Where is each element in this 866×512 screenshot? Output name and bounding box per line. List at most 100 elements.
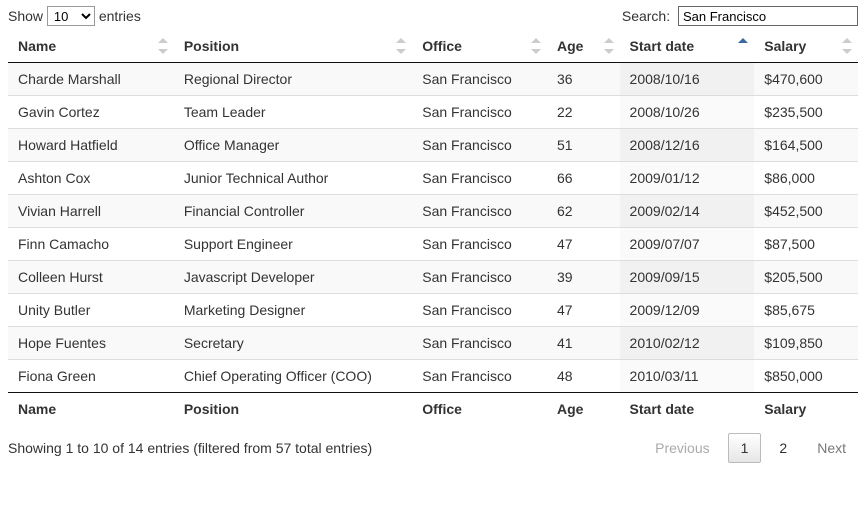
- cell-office: San Francisco: [412, 294, 547, 327]
- cell-age: 22: [547, 96, 620, 129]
- col-header-label: Office: [422, 38, 462, 54]
- cell-salary: $452,500: [754, 195, 858, 228]
- table-row: Charde MarshallRegional DirectorSan Fran…: [8, 63, 858, 96]
- search-input[interactable]: [678, 6, 858, 26]
- col-header-label: Salary: [764, 38, 806, 54]
- table-foot: NamePositionOfficeAgeStart dateSalary: [8, 393, 858, 426]
- col-header-label: Age: [557, 38, 583, 54]
- col-footer-office: Office: [412, 393, 547, 426]
- cell-age: 47: [547, 294, 620, 327]
- col-header-position[interactable]: Position: [174, 30, 412, 63]
- cell-office: San Francisco: [412, 327, 547, 360]
- cell-position: Team Leader: [174, 96, 412, 129]
- cell-age: 39: [547, 261, 620, 294]
- sort-icon: [738, 38, 748, 54]
- cell-office: San Francisco: [412, 261, 547, 294]
- cell-salary: $87,500: [754, 228, 858, 261]
- col-footer-salary: Salary: [754, 393, 858, 426]
- paginate-previous[interactable]: Previous: [643, 434, 721, 462]
- col-footer-name: Name: [8, 393, 174, 426]
- table-row: Finn CamachoSupport EngineerSan Francisc…: [8, 228, 858, 261]
- cell-start_date: 2009/02/14: [620, 195, 755, 228]
- cell-salary: $85,675: [754, 294, 858, 327]
- length-control: Show 102550100 entries: [8, 6, 141, 26]
- cell-start_date: 2009/07/07: [620, 228, 755, 261]
- col-header-label: Start date: [630, 38, 695, 54]
- length-prefix: Show: [8, 8, 43, 24]
- cell-office: San Francisco: [412, 129, 547, 162]
- cell-name: Colleen Hurst: [8, 261, 174, 294]
- sort-icon: [604, 38, 614, 54]
- cell-start_date: 2009/12/09: [620, 294, 755, 327]
- pagination: Previous12Next: [643, 433, 858, 463]
- cell-start_date: 2010/02/12: [620, 327, 755, 360]
- paginate-page-1[interactable]: 1: [728, 433, 762, 463]
- cell-start_date: 2008/10/16: [620, 63, 755, 96]
- col-header-label: Name: [18, 38, 56, 54]
- cell-position: Javascript Developer: [174, 261, 412, 294]
- cell-age: 47: [547, 228, 620, 261]
- cell-position: Secretary: [174, 327, 412, 360]
- cell-start_date: 2008/10/26: [620, 96, 755, 129]
- cell-age: 51: [547, 129, 620, 162]
- cell-name: Fiona Green: [8, 360, 174, 393]
- table-row: Colleen HurstJavascript DeveloperSan Fra…: [8, 261, 858, 294]
- col-header-age[interactable]: Age: [547, 30, 620, 63]
- cell-name: Finn Camacho: [8, 228, 174, 261]
- sort-icon: [842, 38, 852, 54]
- paginate-next[interactable]: Next: [805, 434, 858, 462]
- cell-office: San Francisco: [412, 63, 547, 96]
- table-head: Name Position Office Age Start date Salary: [8, 30, 858, 63]
- cell-salary: $109,850: [754, 327, 858, 360]
- table-row: Howard HatfieldOffice ManagerSan Francis…: [8, 129, 858, 162]
- data-table: NamePositionOfficeAgeStart dateSalary Ch…: [8, 30, 858, 425]
- paginate-page-2[interactable]: 2: [767, 434, 799, 462]
- cell-name: Unity Butler: [8, 294, 174, 327]
- cell-name: Hope Fuentes: [8, 327, 174, 360]
- sort-icon: [158, 38, 168, 54]
- col-header-salary[interactable]: Salary: [754, 30, 858, 63]
- cell-position: Chief Operating Officer (COO): [174, 360, 412, 393]
- cell-office: San Francisco: [412, 96, 547, 129]
- cell-position: Junior Technical Author: [174, 162, 412, 195]
- col-header-office[interactable]: Office: [412, 30, 547, 63]
- table-row: Vivian HarrellFinancial ControllerSan Fr…: [8, 195, 858, 228]
- cell-name: Howard Hatfield: [8, 129, 174, 162]
- cell-name: Ashton Cox: [8, 162, 174, 195]
- cell-start_date: 2009/09/15: [620, 261, 755, 294]
- cell-office: San Francisco: [412, 228, 547, 261]
- table-row: Fiona GreenChief Operating Officer (COO)…: [8, 360, 858, 393]
- cell-salary: $470,600: [754, 63, 858, 96]
- cell-age: 62: [547, 195, 620, 228]
- cell-position: Regional Director: [174, 63, 412, 96]
- cell-office: San Francisco: [412, 195, 547, 228]
- cell-name: Vivian Harrell: [8, 195, 174, 228]
- cell-position: Office Manager: [174, 129, 412, 162]
- cell-salary: $86,000: [754, 162, 858, 195]
- cell-salary: $205,500: [754, 261, 858, 294]
- col-footer-position: Position: [174, 393, 412, 426]
- cell-start_date: 2010/03/11: [620, 360, 755, 393]
- length-suffix: entries: [99, 8, 141, 24]
- col-footer-start_date: Start date: [620, 393, 755, 426]
- search-control: Search:: [622, 6, 858, 26]
- table-info: Showing 1 to 10 of 14 entries (filtered …: [8, 440, 372, 456]
- col-header-name[interactable]: Name: [8, 30, 174, 63]
- table-body: Charde MarshallRegional DirectorSan Fran…: [8, 63, 858, 393]
- cell-age: 48: [547, 360, 620, 393]
- table-controls-bottom: Showing 1 to 10 of 14 entries (filtered …: [8, 433, 858, 463]
- col-header-start_date[interactable]: Start date: [620, 30, 755, 63]
- sort-icon: [531, 38, 541, 54]
- table-row: Ashton CoxJunior Technical AuthorSan Fra…: [8, 162, 858, 195]
- table-row: Unity ButlerMarketing DesignerSan Franci…: [8, 294, 858, 327]
- cell-age: 66: [547, 162, 620, 195]
- table-row: Gavin CortezTeam LeaderSan Francisco2220…: [8, 96, 858, 129]
- cell-office: San Francisco: [412, 162, 547, 195]
- col-footer-age: Age: [547, 393, 620, 426]
- search-label: Search:: [622, 8, 670, 24]
- cell-office: San Francisco: [412, 360, 547, 393]
- cell-position: Financial Controller: [174, 195, 412, 228]
- table-row: Hope FuentesSecretarySan Francisco412010…: [8, 327, 858, 360]
- cell-age: 41: [547, 327, 620, 360]
- length-select[interactable]: 102550100: [47, 6, 95, 26]
